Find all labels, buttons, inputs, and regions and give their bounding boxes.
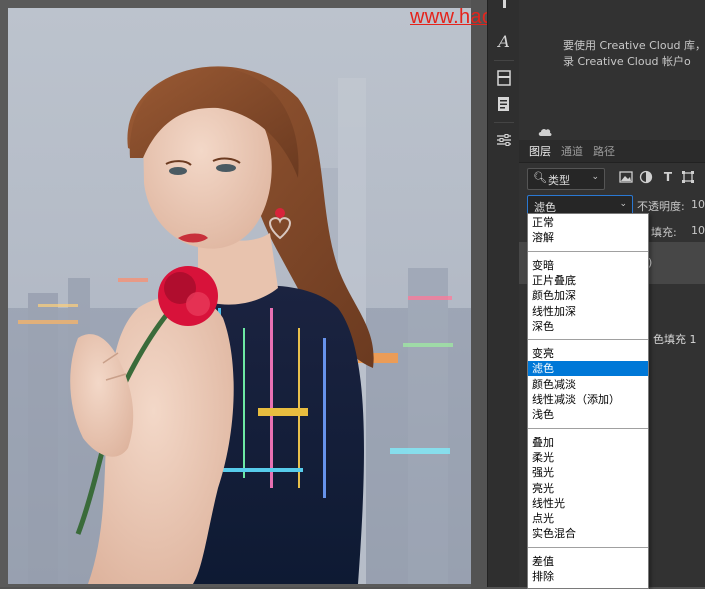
layers-tab-bar: 图层 通道 路径	[519, 140, 705, 163]
blend-mode-dropdown[interactable]: 正常 溶解变暗 正片叠底 颜色加深 线性加深 深色变亮 滤色 颜色减淡 线性减淡（添加） 浅色叠加…	[527, 213, 649, 589]
dropdown-separator	[528, 546, 648, 548]
blend-mode-option[interactable]: 排除	[528, 569, 648, 584]
fill-label: 填充:	[651, 226, 677, 239]
strip-divider	[494, 122, 514, 123]
blend-mode-option[interactable]: 差值	[528, 554, 648, 569]
panel-icon-strip: A	[487, 0, 521, 587]
blend-mode-option[interactable]: 变暗	[528, 258, 648, 273]
blend-mode-option[interactable]: 滤色	[528, 361, 648, 377]
blend-mode-option[interactable]: 线性减淡（添加）	[528, 392, 648, 407]
blend-mode-option[interactable]: 深色	[528, 319, 648, 334]
transform-filter-icon[interactable]	[681, 170, 695, 184]
dropdown-separator	[528, 250, 648, 252]
tab-paths[interactable]: 路径	[593, 143, 615, 159]
chevron-down-icon: ⌄	[619, 199, 627, 209]
chevron-down-icon: ⌄	[591, 172, 599, 182]
properties-icon[interactable]	[496, 70, 512, 86]
blend-mode-option[interactable]: 柔光	[528, 450, 648, 465]
blend-mode-option[interactable]: 变亮	[528, 346, 648, 361]
character-type-icon[interactable]: A	[496, 34, 512, 50]
opacity-label: 不透明度:	[637, 200, 685, 213]
blend-mode-option[interactable]: 强光	[528, 465, 648, 480]
search-icon: 🔍︎	[533, 171, 547, 184]
opacity-input[interactable]: 10	[691, 198, 705, 211]
cloud-icon	[538, 128, 552, 136]
paragraph-icon[interactable]	[496, 96, 512, 112]
blend-mode-option[interactable]: 线性光	[528, 496, 648, 511]
strip-divider	[494, 60, 514, 61]
blend-mode-option[interactable]: 颜色加深	[528, 288, 648, 303]
cc-message-line-2: 录 Creative Cloud 帐户o	[563, 55, 691, 68]
blend-mode-option[interactable]: 溶解	[528, 230, 648, 245]
tab-layers[interactable]: 图层	[529, 143, 551, 159]
dropdown-separator	[528, 339, 648, 341]
document-canvas[interactable]	[8, 8, 471, 584]
filter-type-label: 类型	[548, 174, 570, 187]
adjustment-filter-icon[interactable]	[639, 170, 653, 184]
layer-filter-select[interactable]: 🔍︎ 类型 ⌄	[527, 168, 605, 190]
fill-input[interactable]: 10	[691, 224, 705, 237]
blend-mode-option[interactable]: 颜色减淡	[528, 377, 648, 392]
blend-mode-option[interactable]: 浅色	[528, 407, 648, 422]
blend-mode-option[interactable]: 点光	[528, 511, 648, 526]
image-filter-icon[interactable]	[619, 170, 633, 184]
double-exposure-photo	[8, 8, 471, 584]
cc-message-line-1: 要使用 Creative Cloud 库，您	[563, 39, 705, 52]
blend-mode-option[interactable]: 叠加	[528, 435, 648, 450]
document-canvas-area: www.haoyidiansheji.com	[0, 0, 634, 587]
layer-name: 色填充 1	[653, 333, 697, 346]
adjustments-icon[interactable]	[496, 132, 512, 148]
blend-mode-option[interactable]: 实色混合	[528, 526, 648, 541]
creative-cloud-message: 要使用 Creative Cloud 库，您 录 Creative Cloud …	[563, 38, 705, 70]
blend-mode-option[interactable]: 正片叠底	[528, 273, 648, 288]
text-filter-icon[interactable]: T	[661, 170, 675, 184]
blend-mode-option[interactable]: 亮光	[528, 481, 648, 496]
brush-icon[interactable]	[496, 0, 512, 16]
blend-mode-option[interactable]: 正常	[528, 215, 648, 230]
dropdown-separator	[528, 427, 648, 429]
tab-channels[interactable]: 通道	[561, 143, 583, 159]
blend-mode-option[interactable]: 线性加深	[528, 304, 648, 319]
